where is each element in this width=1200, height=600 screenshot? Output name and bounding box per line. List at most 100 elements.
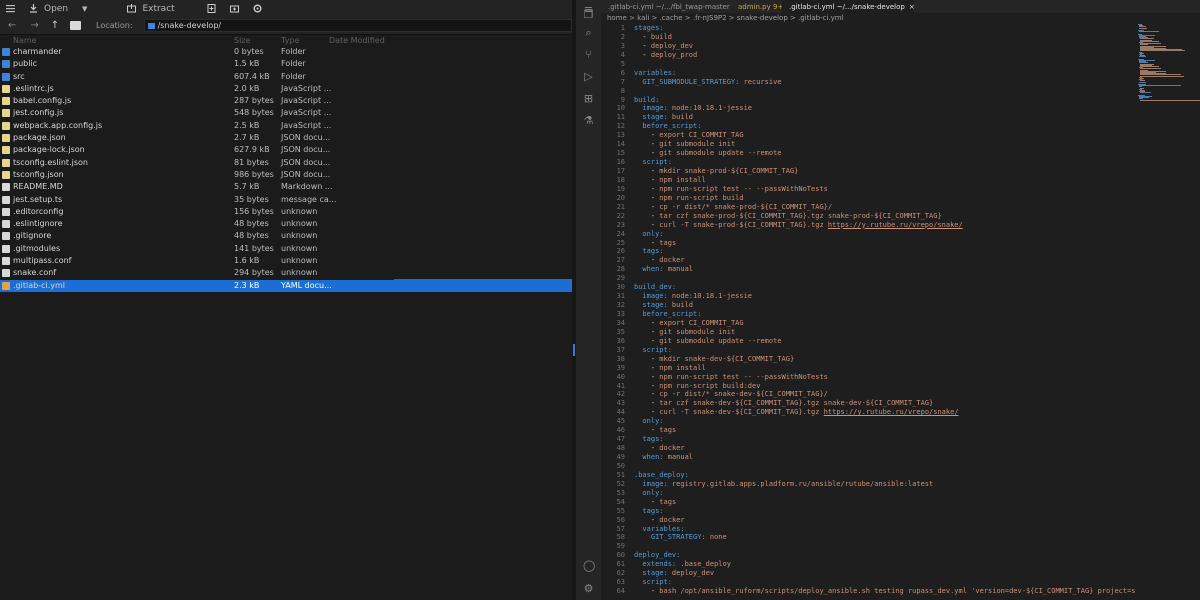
code-line[interactable]: image: node:10.18.1-jessie: [634, 104, 1136, 113]
menu-button[interactable]: [6, 0, 15, 17]
file-row[interactable]: .eslintignore 48 bytes unknown: [0, 218, 572, 230]
extract-button[interactable]: Extract: [127, 0, 175, 17]
code-line[interactable]: - docker: [634, 444, 1136, 453]
code-line[interactable]: - npm run-script test -- --passWithNoTes…: [634, 185, 1136, 194]
account-icon[interactable]: ◯: [583, 560, 595, 571]
code-line[interactable]: - tags: [634, 239, 1136, 248]
code-line[interactable]: only:: [634, 417, 1136, 426]
code-line[interactable]: - curl -T snake-dev-${CI_COMMIT_TAG}.tgz…: [634, 408, 1136, 417]
tab-gitlab-ci-snake[interactable]: .gitlab-ci.yml ~/.../snake-develop ×: [782, 0, 915, 13]
code-line[interactable]: [634, 87, 1136, 96]
code-line[interactable]: only:: [634, 489, 1136, 498]
file-row[interactable]: jest.config.js 548 bytes JavaScript ...: [0, 107, 572, 119]
code-line[interactable]: script:: [634, 158, 1136, 167]
code-line[interactable]: - npm run-script build: [634, 194, 1136, 203]
code-line[interactable]: tags:: [634, 435, 1136, 444]
file-row[interactable]: .eslintrc.js 2.0 kB JavaScript ...: [0, 83, 572, 95]
code-line[interactable]: - mkdir snake-dev-${CI_COMMIT_TAG}: [634, 355, 1136, 364]
file-row[interactable]: tsconfig.eslint.json 81 bytes JSON docu...: [0, 157, 572, 169]
location-field[interactable]: /snake-develop/: [143, 19, 572, 32]
code-line[interactable]: tags:: [634, 247, 1136, 256]
code-line[interactable]: - git submodule update --remote: [634, 149, 1136, 158]
file-row[interactable]: README.MD 5.7 kB Markdown ...: [0, 181, 572, 193]
settings-gear-icon[interactable]: ⚙: [583, 583, 594, 594]
tab-gitlab-ci-twap[interactable]: .gitlab-ci.yml ~/.../fbl_twap-master: [601, 0, 730, 13]
column-type[interactable]: Type: [281, 36, 299, 45]
code-line[interactable]: when: manual: [634, 265, 1136, 274]
code-line[interactable]: [634, 542, 1136, 551]
explorer-icon[interactable]: ❐: [583, 9, 594, 20]
code-line[interactable]: stage: build: [634, 301, 1136, 310]
code-line[interactable]: - bash /opt/ansible_ruform/scripts/deplo…: [634, 587, 1136, 596]
code-line[interactable]: - npm install: [634, 364, 1136, 373]
code-line[interactable]: - deploy_prod: [634, 51, 1136, 60]
back-arrow-icon[interactable]: ←: [8, 20, 16, 31]
file-row[interactable]: multipass.conf 1.6 kB unknown: [0, 255, 572, 267]
code-line[interactable]: - build: [634, 33, 1136, 42]
code-line[interactable]: - export CI_COMMIT_TAG: [634, 131, 1136, 140]
file-row[interactable]: jest.setup.ts 35 bytes message ca...: [0, 194, 572, 206]
open-button[interactable]: Open ▼: [29, 0, 87, 17]
add-folder-button[interactable]: [229, 0, 239, 17]
code-line[interactable]: stage: deploy_dev: [634, 569, 1136, 578]
code-editor[interactable]: stages: - build - deploy_dev - deploy_pr…: [634, 24, 1136, 596]
code-line[interactable]: - docker: [634, 256, 1136, 265]
code-line[interactable]: before_script:: [634, 122, 1136, 131]
code-line[interactable]: - git submodule init: [634, 140, 1136, 149]
file-row[interactable]: .gitignore 48 bytes unknown: [0, 230, 572, 242]
code-line[interactable]: stage: build: [634, 113, 1136, 122]
code-line[interactable]: [634, 274, 1136, 283]
code-line[interactable]: .base_deploy:: [634, 471, 1136, 480]
code-line[interactable]: - npm run-script test -- --passWithNoTes…: [634, 373, 1136, 382]
code-line[interactable]: - git submodule init: [634, 328, 1136, 337]
search-icon[interactable]: ⌕: [583, 27, 594, 38]
code-line[interactable]: - cp -r dist/* snake-prod-${CI_COMMIT_TA…: [634, 203, 1136, 212]
file-row[interactable]: package.json 2.7 kB JSON docu...: [0, 132, 572, 144]
code-line[interactable]: - npm install: [634, 176, 1136, 185]
code-link[interactable]: https://y.rutube.ru/vrepo/snake/: [828, 221, 963, 229]
code-line[interactable]: [634, 462, 1136, 471]
column-date-modified[interactable]: Date Modified: [329, 36, 385, 45]
divider-handle[interactable]: [573, 344, 575, 356]
code-line[interactable]: - docker: [634, 516, 1136, 525]
code-line[interactable]: variables:: [634, 69, 1136, 78]
code-line[interactable]: extends: .base_deploy: [634, 560, 1136, 569]
code-line[interactable]: [634, 60, 1136, 69]
file-row[interactable]: tsconfig.json 986 bytes JSON docu...: [0, 169, 572, 181]
source-control-icon[interactable]: ⑂: [583, 49, 594, 60]
code-line[interactable]: stages:: [634, 24, 1136, 33]
code-line[interactable]: build_dev:: [634, 283, 1136, 292]
code-line[interactable]: - export CI_COMMIT_TAG: [634, 319, 1136, 328]
home-folder-icon[interactable]: [70, 21, 82, 30]
minimap[interactable]: [1138, 24, 1200, 104]
code-line[interactable]: - curl -T snake-prod-${CI_COMMIT_TAG}.tg…: [634, 221, 1136, 230]
code-link[interactable]: https://y.rutube.ru/vrepo/snake/: [824, 408, 959, 416]
file-row[interactable]: public 1.5 kB Folder: [0, 58, 572, 70]
code-line[interactable]: image: registry.gitlab.apps.pladform.ru/…: [634, 480, 1136, 489]
code-line[interactable]: - npm run-script build:dev: [634, 382, 1136, 391]
code-line[interactable]: - tar czf snake-dev-${CI_COMMIT_TAG}.tgz…: [634, 399, 1136, 408]
tab-admin-py[interactable]: admin.py 9+: [731, 0, 783, 13]
code-line[interactable]: - tags: [634, 498, 1136, 507]
new-file-button[interactable]: [207, 0, 216, 17]
breadcrumb[interactable]: home > kali > .cache > .fr-nJS9P2 > snak…: [607, 14, 844, 24]
code-line[interactable]: tags:: [634, 507, 1136, 516]
code-line[interactable]: build:: [634, 96, 1136, 105]
code-line[interactable]: - cp -r dist/* snake-dev-${CI_COMMIT_TAG…: [634, 390, 1136, 399]
forward-arrow-icon[interactable]: →: [30, 20, 38, 31]
file-row[interactable]: babel.config.js 287 bytes JavaScript ...: [0, 95, 572, 107]
code-line[interactable]: when: manual: [634, 453, 1136, 462]
code-line[interactable]: variables:: [634, 525, 1136, 534]
code-line[interactable]: before_script:: [634, 310, 1136, 319]
file-row[interactable]: package-lock.json 627.9 kB JSON docu...: [0, 144, 572, 156]
code-line[interactable]: - git submodule update --remote: [634, 337, 1136, 346]
close-icon[interactable]: ×: [909, 3, 915, 11]
code-line[interactable]: deploy_dev:: [634, 551, 1136, 560]
code-line[interactable]: image: node:10.18.1-jessie: [634, 292, 1136, 301]
chevron-down-icon[interactable]: ▼: [82, 5, 87, 13]
code-line[interactable]: script:: [634, 346, 1136, 355]
column-name[interactable]: Name: [13, 36, 37, 45]
column-size[interactable]: Size: [234, 36, 250, 45]
code-line[interactable]: GIT_SUBMODULE_STRATEGY: recursive: [634, 78, 1136, 87]
code-line[interactable]: GIT_STRATEGY: none: [634, 533, 1136, 542]
